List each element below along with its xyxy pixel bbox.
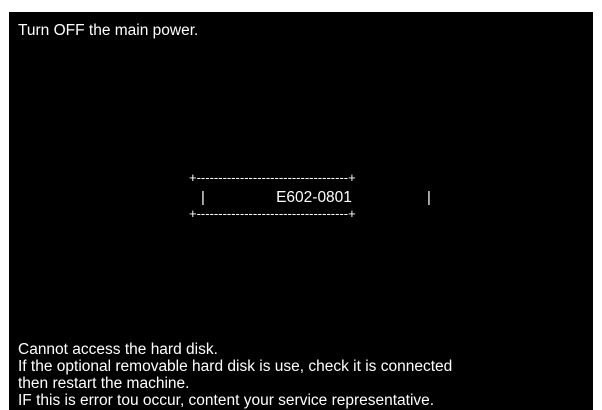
error-description-line: then restart the machine. [18, 375, 190, 392]
error-description-line: Cannot access the hard disk. [18, 341, 218, 358]
box-right-border: | [427, 189, 431, 206]
box-bottom-border: +-----------------------------------+ [189, 207, 356, 221]
error-description-line: If the optional removable hard disk is u… [18, 358, 453, 375]
error-screen: Turn OFF the main power. +--------------… [9, 12, 593, 410]
error-code-box: +-----------------------------------+ | … [189, 171, 439, 221]
power-off-instruction: Turn OFF the main power. [18, 22, 199, 39]
error-description: Cannot access the hard disk. If the opti… [18, 341, 452, 409]
error-description-line: IF this is error tou occur, content your… [18, 392, 435, 409]
error-code: E602-0801 [276, 189, 352, 206]
box-top-border: +-----------------------------------+ [189, 171, 356, 185]
